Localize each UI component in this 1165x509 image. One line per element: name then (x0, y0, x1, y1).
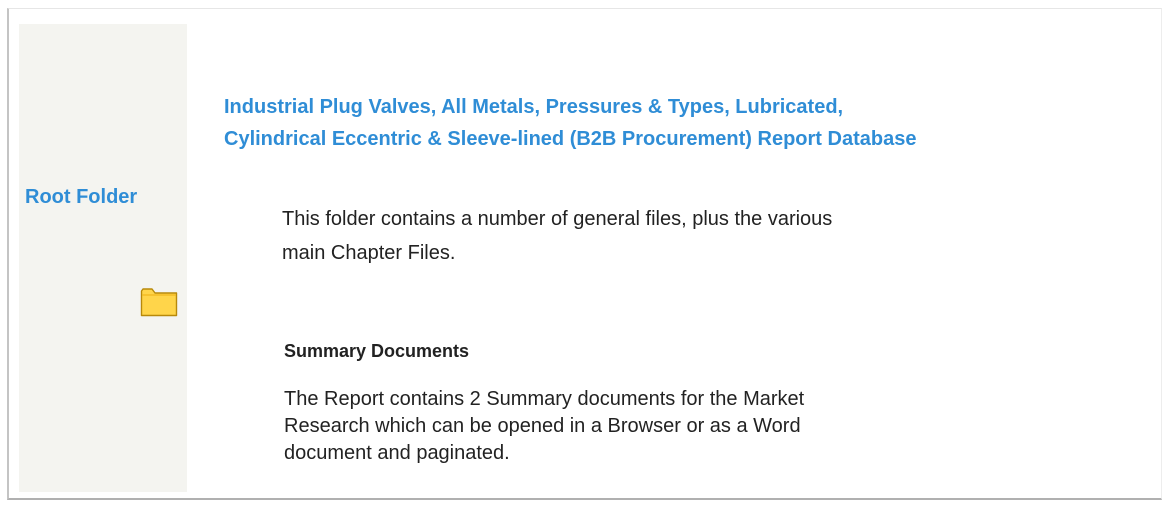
intro-text: This folder contains a number of general… (282, 202, 832, 270)
page-title-line: Cylindrical Eccentric & Sleeve-lined (B2… (224, 128, 917, 150)
section-body: The Report contains 2 Summary documents … (284, 386, 804, 467)
section-body-line: document and paginated. (284, 442, 510, 464)
intro-line: This folder contains a number of general… (282, 208, 833, 230)
section-heading: Summary Documents (284, 341, 470, 361)
sidebar: Root Folder (19, 24, 187, 492)
intro-line: main Chapter Files. (282, 242, 456, 264)
page-title: Industrial Plug Valves, All Metals, Pres… (224, 91, 916, 155)
folder-icon[interactable] (140, 285, 178, 317)
page-title-line: Industrial Plug Valves, All Metals, Pres… (224, 96, 844, 118)
section-body-line: Research which can be opened in a Browse… (284, 415, 801, 437)
section-body-line: The Report contains 2 Summary documents … (284, 388, 805, 410)
sidebar-title: Root Folder (25, 186, 138, 208)
